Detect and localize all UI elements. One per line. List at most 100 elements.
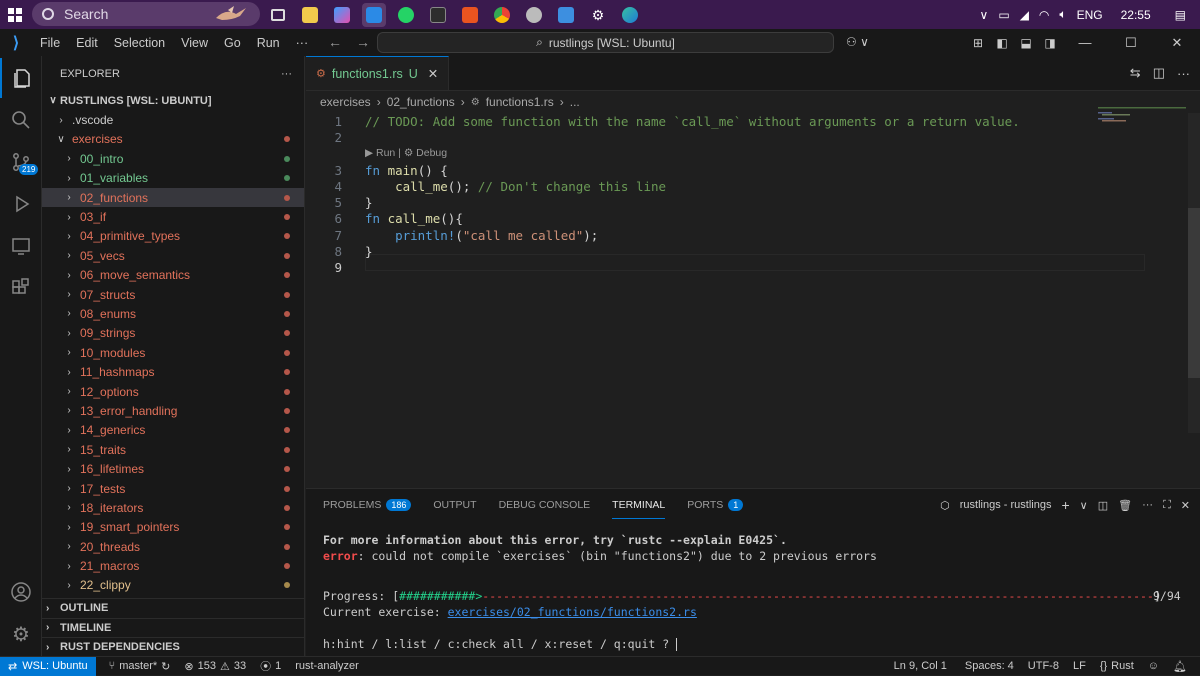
accounts-icon[interactable] [0, 572, 42, 612]
trash-icon[interactable]: 🗑︎ [1118, 499, 1132, 512]
tree-item[interactable]: › 22_clippy [42, 576, 304, 595]
scrollbar-thumb[interactable] [1188, 208, 1200, 378]
network-icon[interactable]: ◢ [1020, 8, 1029, 22]
tab-ports[interactable]: PORTS 1 [687, 489, 744, 521]
breadcrumb-item[interactable]: 02_functions [387, 95, 455, 109]
close-icon[interactable]: ✕ [428, 66, 438, 81]
tree-item[interactable]: › 04_primitive_types [42, 227, 304, 246]
encoding[interactable]: UTF-8 [1021, 660, 1066, 672]
vscode-taskbar-icon[interactable] [362, 3, 386, 27]
battery-icon[interactable]: ▭ [998, 8, 1009, 22]
tab-functions1-rs[interactable]: ⚙ functions1.rs U ✕ [306, 56, 450, 90]
menu-item-2[interactable]: Selection [106, 36, 173, 50]
ubuntu-icon[interactable] [458, 3, 482, 27]
maximize-panel-icon[interactable]: ⛶ [1163, 499, 1171, 512]
branch-indicator[interactable]: ⑂ master* ↻ [102, 660, 178, 673]
breadcrumb-item[interactable]: exercises [320, 95, 371, 109]
copilot-status-icon[interactable]: ☺ [1141, 660, 1166, 672]
back-arrow-icon[interactable]: ← [328, 34, 342, 50]
split-terminal-icon[interactable]: ◫ [1098, 499, 1108, 512]
tree-item[interactable]: › 12_options [42, 382, 304, 401]
whatsapp-icon[interactable] [394, 3, 418, 27]
tree-item[interactable]: ∨ exercises [42, 130, 304, 149]
menu-item-3[interactable]: View [173, 36, 216, 50]
tree-item[interactable]: › 07_structs [42, 285, 304, 304]
close-panel-icon[interactable]: ✕ [1181, 499, 1190, 512]
run-debug-icon[interactable] [0, 184, 42, 224]
language-mode[interactable]: {} Rust [1093, 660, 1141, 672]
tree-item[interactable]: › 08_enums [42, 304, 304, 323]
settings-icon[interactable]: ⚙ [586, 3, 610, 27]
tree-item[interactable]: › 21_macros [42, 556, 304, 575]
tree-item[interactable]: › 00_intro [42, 149, 304, 168]
breadcrumb-item[interactable]: ... [570, 95, 580, 109]
tree-item[interactable]: › 17_tests [42, 479, 304, 498]
notifications-icon[interactable]: ▤ [1175, 8, 1186, 22]
split-editor-icon[interactable]: ◫ [1153, 65, 1165, 81]
remote-explorer-icon[interactable] [0, 226, 42, 266]
clock[interactable]: 22:55 [1121, 8, 1151, 22]
more-actions-icon[interactable]: ··· [1177, 66, 1190, 81]
edge-icon[interactable] [618, 3, 642, 27]
tree-item[interactable]: › 19_smart_pointers [42, 518, 304, 537]
tree-item[interactable]: › 06_move_semantics [42, 266, 304, 285]
minimap[interactable] [1098, 106, 1188, 126]
manage-gear-icon[interactable]: ⚙ [0, 614, 42, 654]
open-changes-icon[interactable]: ⇆ [1130, 65, 1141, 81]
outline-section[interactable]: › OUTLINE [42, 598, 304, 618]
file-explorer-icon[interactable] [298, 3, 322, 27]
explorer-icon[interactable] [0, 58, 42, 98]
close-window-button[interactable]: ✕ [1154, 35, 1200, 51]
line-ending[interactable]: LF [1066, 660, 1093, 672]
tree-item[interactable]: › 03_if [42, 207, 304, 226]
source-control-icon[interactable]: 219 [0, 142, 42, 182]
terminal-name[interactable]: rustlings - rustlings [960, 499, 1052, 511]
ports-indicator[interactable]: ⦿ 1 [253, 658, 288, 674]
workspace-root[interactable]: ∨ RUSTLINGS [WSL: UBUNTU] [42, 91, 304, 110]
tree-item[interactable]: › 14_generics [42, 421, 304, 440]
indentation[interactable]: Spaces: 4 [958, 660, 1021, 672]
menu-item-4[interactable]: Go [216, 36, 249, 50]
toggle-sidebar-icon[interactable]: ◧ [990, 36, 1014, 50]
language-indicator[interactable]: ENG [1077, 8, 1103, 22]
maximize-button[interactable]: ☐ [1108, 35, 1154, 51]
rust-analyzer-status[interactable]: rust-analyzer [288, 660, 366, 672]
tree-item[interactable]: › 10_modules [42, 343, 304, 362]
tree-item[interactable]: › 09_strings [42, 324, 304, 343]
more-actions-icon[interactable]: ··· [281, 68, 292, 80]
tab-terminal[interactable]: TERMINAL [612, 489, 666, 521]
copilot-icon[interactable] [330, 3, 354, 27]
tree-item[interactable]: › 05_vecs [42, 246, 304, 265]
tree-item[interactable]: › 02_functions [42, 187, 304, 208]
rust-dependencies-section[interactable]: › RUST DEPENDENCIES [42, 637, 304, 657]
tab-problems[interactable]: PROBLEMS 186 [323, 489, 412, 521]
remote-indicator[interactable]: ⇄ WSL: Ubuntu [0, 656, 96, 676]
toggle-secondary-sidebar-icon[interactable]: ◨ [1038, 36, 1062, 50]
current-exercise-link[interactable]: exercises/02_functions/functions2.rs [448, 605, 697, 619]
copilot-chat-icon[interactable]: ⚇ ∨ [846, 35, 869, 49]
tree-item[interactable]: › 11_hashmaps [42, 362, 304, 381]
tree-item[interactable]: › 16_lifetimes [42, 459, 304, 478]
new-terminal-icon[interactable]: + [1061, 497, 1069, 513]
volume-icon[interactable]: 🔈︎ [1059, 7, 1066, 22]
forward-arrow-icon[interactable]: → [356, 34, 370, 50]
codelens-run-debug[interactable]: ▶ Run | ⚙ Debug [365, 147, 447, 159]
menu-item-5[interactable]: Run [249, 36, 288, 50]
windows-start-icon[interactable] [0, 0, 30, 29]
minimize-button[interactable]: — [1062, 35, 1108, 50]
chevron-up-icon[interactable]: ∨ [980, 8, 989, 22]
tree-item[interactable]: › .vscode [42, 110, 304, 129]
cursor-position[interactable]: Ln 9, Col 1 [887, 660, 954, 672]
command-center[interactable]: ⌕ rustlings [WSL: Ubuntu] [377, 32, 834, 53]
app-icon[interactable] [522, 3, 546, 27]
more-actions-icon[interactable]: ··· [1142, 499, 1153, 511]
wifi-icon[interactable]: ◠ [1039, 8, 1049, 22]
tab-output[interactable]: OUTPUT [433, 489, 476, 521]
menu-item-0[interactable]: File [32, 36, 68, 50]
terminal-icon[interactable] [426, 3, 450, 27]
taskbar-search-input[interactable]: Search [32, 2, 260, 26]
problems-indicator[interactable]: ⊗ 153 ⚠ 33 [177, 660, 253, 673]
tree-item[interactable]: › 20_threads [42, 537, 304, 556]
menu-item-6[interactable]: ··· [288, 36, 317, 50]
timeline-section[interactable]: › TIMELINE [42, 617, 304, 638]
